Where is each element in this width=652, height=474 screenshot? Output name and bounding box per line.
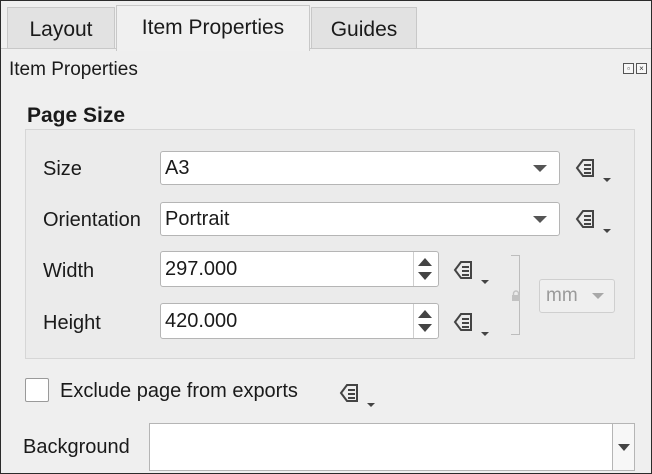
- width-value: 297.000: [165, 258, 238, 280]
- background-menu-button[interactable]: [612, 423, 635, 471]
- spin-down-icon[interactable]: [418, 324, 432, 332]
- background-label: Background: [23, 436, 130, 458]
- spin-separator: [413, 304, 414, 338]
- data-defined-override-icon[interactable]: [451, 253, 491, 287]
- spin-separator: [413, 252, 414, 286]
- panel-controls: ▫ ×: [623, 63, 647, 74]
- page-size-group-title: Page Size: [27, 104, 126, 127]
- spin-down-icon[interactable]: [418, 272, 432, 280]
- lock-icon[interactable]: [511, 289, 521, 301]
- width-spinbox[interactable]: 297.000: [160, 251, 439, 287]
- width-label: Width: [43, 260, 95, 282]
- orientation-label: Orientation: [43, 209, 141, 231]
- tab-guides[interactable]: Guides: [311, 7, 417, 49]
- chevron-down-icon: [592, 293, 604, 299]
- unit-value: mm: [546, 285, 578, 306]
- exclude-page-label[interactable]: Exclude page from exports: [60, 380, 298, 403]
- tab-item-properties[interactable]: Item Properties: [116, 5, 310, 51]
- unit-combobox[interactable]: mm: [539, 279, 615, 313]
- spin-up-icon[interactable]: [418, 258, 432, 266]
- data-defined-override-icon[interactable]: [451, 305, 491, 339]
- background-symbol-button[interactable]: [149, 423, 613, 471]
- chevron-down-icon: [618, 444, 630, 451]
- orientation-value: Portrait: [165, 208, 230, 230]
- size-combobox[interactable]: A3: [160, 151, 560, 185]
- item-properties-panel: Layout Item Properties Guides Item Prope…: [0, 0, 652, 474]
- tab-layout-label: Layout: [29, 18, 93, 41]
- chevron-down-icon: [533, 165, 547, 172]
- height-value: 420.000: [165, 310, 238, 332]
- data-defined-override-icon[interactable]: [573, 202, 613, 236]
- float-panel-icon[interactable]: ▫: [623, 63, 634, 74]
- height-spinbox[interactable]: 420.000: [160, 303, 439, 339]
- panel-title: Item Properties: [9, 59, 138, 80]
- data-defined-override-icon[interactable]: [573, 151, 613, 185]
- close-panel-icon[interactable]: ×: [636, 63, 647, 74]
- exclude-page-checkbox[interactable]: [25, 378, 49, 402]
- tab-layout[interactable]: Layout: [7, 7, 115, 49]
- chevron-down-icon: [533, 216, 547, 223]
- tab-divider: [1, 48, 651, 49]
- spin-up-icon[interactable]: [418, 310, 432, 318]
- tab-guides-label: Guides: [330, 18, 398, 41]
- tab-item-properties-label: Item Properties: [141, 16, 285, 39]
- data-defined-override-icon[interactable]: [337, 376, 377, 410]
- size-value: A3: [165, 157, 190, 179]
- orientation-combobox[interactable]: Portrait: [160, 202, 560, 236]
- size-label: Size: [43, 158, 82, 180]
- height-label: Height: [43, 312, 101, 334]
